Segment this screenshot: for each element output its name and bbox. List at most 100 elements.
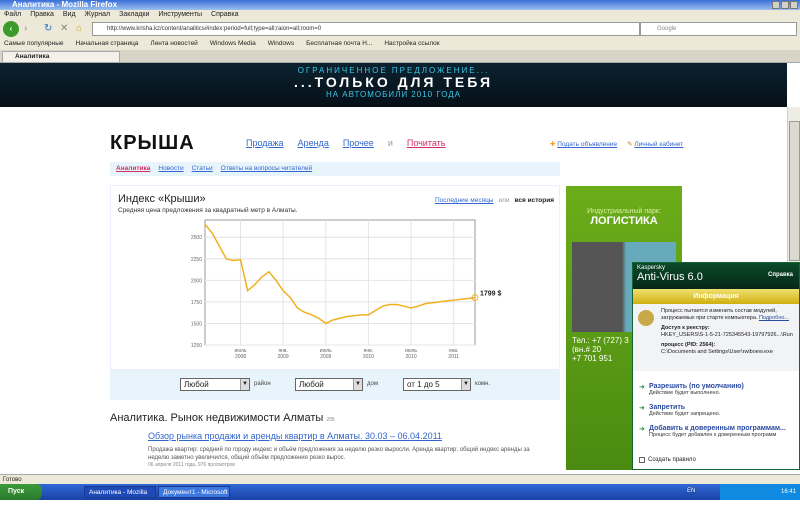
menu-tools[interactable]: Инструменты — [158, 10, 202, 20]
bookmarks-toolbar: Самые популярные Начальная страница Лента … — [0, 38, 800, 50]
warning-icon — [638, 310, 654, 326]
forward-button[interactable]: › — [24, 23, 27, 34]
data-point — [445, 300, 448, 302]
checkbox-box[interactable] — [639, 457, 645, 463]
post-ad-link[interactable]: Подать объявление — [557, 141, 617, 148]
site-logo[interactable]: КРЫША — [110, 132, 195, 155]
y-tick-label: 1500 — [191, 321, 202, 327]
rooms-value: от 1 до 5 — [407, 380, 440, 389]
user-links: ✚ Подать объявление ✎ Личный кабинет — [550, 140, 683, 148]
reload-button[interactable]: ↻ — [44, 23, 52, 34]
menu-file[interactable]: Файл — [4, 10, 21, 20]
menu-view[interactable]: Вид — [63, 10, 76, 20]
data-point — [410, 307, 412, 309]
kav-action-title[interactable]: Добавить к доверенным программам... — [649, 425, 793, 432]
plus-icon: ✚ — [550, 141, 556, 148]
kav-action-title[interactable]: Запретить — [649, 404, 793, 411]
kav-registry-label: Доступ к реестру: — [661, 325, 710, 331]
language-indicator[interactable]: EN — [686, 487, 697, 495]
minimize-button[interactable] — [772, 1, 780, 9]
system-tray: 16:41 — [720, 484, 800, 500]
ad-line: Индустриальный парк: — [587, 208, 661, 215]
menu-bookmarks[interactable]: Закладки — [119, 10, 149, 20]
data-point — [382, 305, 384, 307]
nav-read[interactable]: Почитать — [407, 138, 446, 148]
filters-bar: Любой ▼ район Любой ▼ дом от 1 до 5 ▼ комн. — [110, 370, 560, 400]
kav-trust-action[interactable]: ➜ Добавить к доверенным программам... Проц… — [633, 425, 799, 438]
kav-action-title[interactable]: Разрешить (по умолчанию) — [649, 383, 793, 390]
period-recent-link[interactable]: Последние месяцы — [435, 197, 493, 204]
kav-more-link[interactable]: Подробно... — [759, 315, 789, 321]
menu-help[interactable]: Справка — [211, 10, 238, 20]
district-select[interactable]: Любой ▼ — [180, 378, 250, 391]
cabinet-link[interactable]: Личный кабинет — [634, 141, 683, 148]
period-all[interactable]: вся история — [515, 197, 555, 204]
url-bar[interactable]: http://www.krisha.kz/content/analitics#i… — [92, 22, 640, 36]
nav-rent[interactable]: Аренда — [298, 138, 329, 148]
scrollbar-thumb[interactable] — [789, 121, 800, 261]
close-button[interactable] — [790, 1, 798, 9]
taskbar-word[interactable]: Документ1 - Microsoft ... — [158, 486, 230, 508]
x-tick-year: 2010 — [405, 354, 416, 360]
last-value-label: 1799 $ — [480, 291, 502, 298]
start-button[interactable]: Пуск — [0, 484, 42, 500]
x-tick-year: 2009 — [320, 354, 331, 360]
bookmark-item[interactable]: Настройка ссылок — [384, 38, 439, 50]
kav-deny-action[interactable]: ➜ Запретить Действие будет запрещено. — [633, 404, 799, 417]
taskbar: Пуск Аналитика - Mozilla F... Документ1 … — [0, 484, 800, 508]
menu-history[interactable]: Журнал — [85, 10, 111, 20]
data-point — [310, 314, 313, 316]
pencil-icon: ✎ — [627, 141, 633, 148]
bookmark-item[interactable]: Бесплатная почта H... — [306, 38, 372, 50]
kav-help-link[interactable]: Справка — [768, 272, 793, 278]
data-point — [367, 314, 370, 316]
kav-allow-action[interactable]: ➜ Разрешить (по умолчанию) Действие будет … — [633, 383, 799, 396]
subnav-news[interactable]: Новости — [158, 162, 183, 176]
nav-separator: и — [387, 138, 393, 148]
tab-strip: Аналитика — [0, 50, 800, 63]
status-bar: Готово — [0, 474, 800, 484]
nav-sale[interactable]: Продажа — [246, 138, 284, 148]
data-point — [289, 296, 291, 299]
arrow-icon: ➜ — [639, 405, 645, 412]
house-select[interactable]: Любой ▼ — [295, 378, 363, 391]
ad-headline: ЛОГИСТИКА — [590, 215, 658, 227]
status-text: Готово — [3, 477, 22, 483]
data-point — [282, 290, 284, 292]
rooms-select[interactable]: от 1 до 5 ▼ — [403, 378, 471, 391]
district-value: Любой — [184, 380, 209, 389]
banner-line: НА АВТОМОБИЛИ 2010 ГОДА — [325, 90, 462, 99]
y-tick-label: 1750 — [191, 300, 202, 306]
ad-phone: (вн.# 20 — [572, 345, 602, 354]
nav-other[interactable]: Прочее — [343, 138, 374, 148]
kaspersky-alert: Kaspersky Anti-Virus 6.0 Справка Информаци… — [632, 262, 800, 470]
index-subtitle: Средняя цена предложения за квадратный м… — [118, 207, 298, 214]
bookmark-item[interactable]: Лента новостей — [150, 38, 197, 50]
menu-edit[interactable]: Правка — [30, 10, 54, 20]
stop-button[interactable]: ✕ — [60, 23, 68, 34]
subnav-answers[interactable]: Ответы на вопросы читателей — [221, 162, 313, 176]
data-point — [239, 259, 242, 261]
bookmark-item[interactable]: Самые популярные — [4, 38, 64, 50]
x-tick-year: 2011 — [448, 354, 459, 360]
article-link[interactable]: Обзор рынка продажи и аренды квартир в А… — [148, 431, 442, 441]
ad-phone: +7 701 951 — [572, 354, 613, 363]
home-button[interactable]: ⌂ — [76, 23, 82, 34]
back-button[interactable]: ‹ — [3, 21, 19, 37]
maximize-button[interactable] — [781, 1, 789, 9]
bookmark-item[interactable]: Windows — [268, 38, 294, 50]
data-point — [396, 303, 398, 306]
bookmark-item[interactable]: Windows Media — [210, 38, 256, 50]
search-input[interactable]: Google — [640, 22, 797, 36]
ad-banner[interactable]: ОГРАНИЧЕННОЕ ПРЕДЛОЖЕНИЕ... ...ТОЛЬКО ДЛ… — [0, 63, 787, 107]
tab-analytics[interactable]: Аналитика — [2, 51, 120, 63]
subnav-analytics[interactable]: Аналитика — [116, 162, 150, 176]
create-rule-checkbox[interactable]: Создать правило — [639, 457, 696, 463]
kav-action-desc: Процесс будет добавлен к доверенным прог… — [649, 432, 777, 438]
data-point — [467, 297, 469, 300]
bookmark-item[interactable]: Начальная страница — [76, 38, 139, 50]
taskbar-firefox[interactable]: Аналитика - Mozilla F... — [84, 486, 156, 508]
subnav-articles[interactable]: Статьи — [192, 162, 213, 176]
kav-info-header: Информация — [633, 289, 799, 304]
data-point — [232, 259, 235, 262]
